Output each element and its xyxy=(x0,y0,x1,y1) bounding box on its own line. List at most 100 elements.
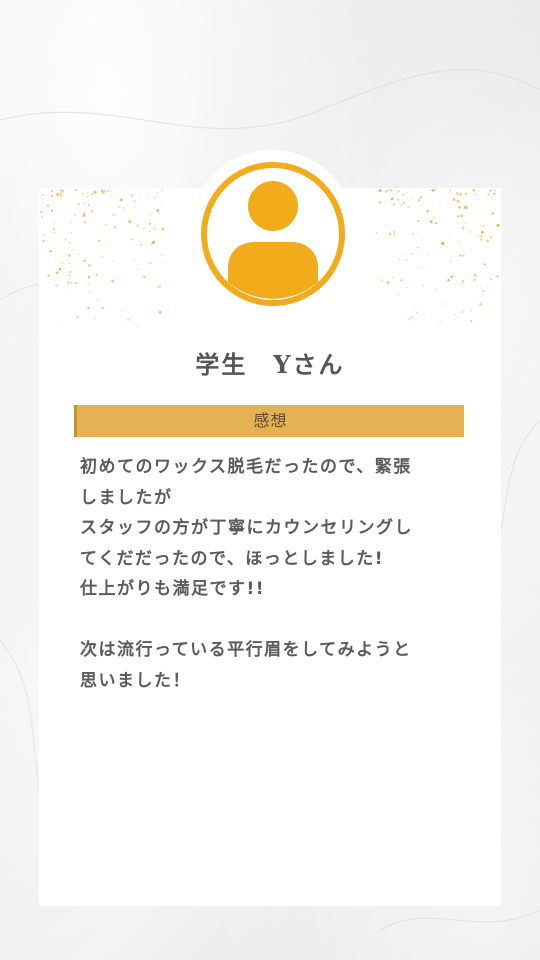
sparkle-dot xyxy=(56,193,59,196)
sparkle-dot xyxy=(128,220,132,223)
sparkle-dot xyxy=(58,212,60,214)
sparkle-dot xyxy=(131,194,134,197)
sparkle-dot xyxy=(148,197,149,199)
sparkle-dot xyxy=(392,276,395,279)
sparkle-dot xyxy=(58,321,60,323)
customer-name: 学生 Yさん xyxy=(195,350,345,379)
sparkle-dot xyxy=(457,215,460,218)
sparkle-dot xyxy=(490,236,493,239)
sparkle-dot xyxy=(133,259,135,261)
sparkle-dot xyxy=(47,274,50,277)
sparkle-dot xyxy=(73,249,75,250)
sparkle-dot xyxy=(431,188,435,192)
sparkle-dot xyxy=(60,188,63,192)
sparkle-dot xyxy=(82,213,86,217)
sparkle-dot xyxy=(398,258,401,260)
sparkle-dot xyxy=(493,189,496,192)
sparkle-dot xyxy=(496,274,499,278)
sparkle-dot xyxy=(472,188,475,192)
sparkle-dot xyxy=(50,209,53,212)
sparkle-dot xyxy=(388,189,390,191)
sparkle-dot xyxy=(67,254,71,257)
sparkle-dot xyxy=(491,195,493,198)
sparkle-dot xyxy=(47,204,49,207)
sparkle-dot xyxy=(419,195,423,199)
sparkle-dot xyxy=(420,252,422,254)
sparkle-dot xyxy=(464,192,468,196)
sparkle-dot xyxy=(456,191,458,193)
sparkle-dot xyxy=(149,222,151,225)
sparkle-dot xyxy=(77,203,81,206)
sparkle-dot xyxy=(491,212,494,215)
sparkle-dot xyxy=(161,205,163,208)
sparkle-dot xyxy=(480,230,484,234)
sparkle-dot xyxy=(441,242,445,246)
sparkle-dot xyxy=(460,214,463,218)
sparkle-dot xyxy=(481,287,483,289)
sparkle-dot xyxy=(469,249,472,251)
sparkle-dot xyxy=(69,262,71,264)
sparkle-dot xyxy=(418,199,420,202)
person-icon xyxy=(201,162,345,306)
sparkle-dot xyxy=(378,201,382,204)
sparkle-dot xyxy=(105,223,107,226)
sparkle-dot xyxy=(461,282,463,284)
sparkle-dot xyxy=(411,196,413,198)
sparkle-dot xyxy=(458,205,461,209)
sparkle-dot xyxy=(158,310,162,314)
sparkle-dot xyxy=(438,324,440,326)
sparkle-dot xyxy=(429,189,431,191)
sparkle-dot xyxy=(143,227,146,230)
sparkle-dot xyxy=(108,245,111,247)
testimonial-line: しましたが xyxy=(80,487,173,508)
sparkle-dot xyxy=(429,220,433,224)
sparkle-dot xyxy=(58,268,62,271)
sparkle-dot xyxy=(414,309,416,311)
sparkle-dot xyxy=(106,190,109,193)
sparkle-dot xyxy=(91,193,94,196)
sparkle-dot xyxy=(78,252,80,255)
sparkle-dot xyxy=(127,189,129,191)
sparkle-dot xyxy=(69,270,72,274)
sparkle-dot xyxy=(469,230,472,233)
sparkle-dot xyxy=(97,239,101,242)
sparkle-dot xyxy=(452,198,456,201)
sparkle-dot xyxy=(87,284,89,286)
sparkle-dot xyxy=(59,194,63,197)
sparkle-dot xyxy=(448,189,452,192)
sparkle-dot xyxy=(96,298,99,301)
sparkle-dot xyxy=(156,192,158,194)
sparkle-dot xyxy=(477,198,480,200)
sparkle-dot xyxy=(81,192,84,195)
sparkle-dot xyxy=(102,255,104,257)
sparkle-dot xyxy=(112,213,115,217)
sparkle-dot xyxy=(94,317,97,319)
sparkle-dot xyxy=(83,202,86,204)
sparkle-dot xyxy=(140,244,142,246)
sparkle-dot xyxy=(392,196,394,199)
sparkle-dot xyxy=(462,255,465,257)
sparkle-dot xyxy=(133,200,136,203)
sparkle-dot xyxy=(76,315,79,318)
sparkle-dot xyxy=(100,229,102,231)
sparkle-dot xyxy=(87,204,90,206)
sparkle-dot xyxy=(100,189,103,192)
sparkle-dot xyxy=(489,189,492,192)
sparkle-dot xyxy=(53,221,55,224)
sparkle-dot xyxy=(40,215,43,218)
sparkle-dot xyxy=(55,283,58,287)
sparkle-dot xyxy=(410,253,413,256)
sparkle-dot xyxy=(426,210,429,213)
sparkle-dot xyxy=(447,278,450,282)
testimonial-line: 初めてのワックス脱毛だったので、緊張 xyxy=(80,457,412,477)
sparkle-dot xyxy=(50,191,52,193)
section-heading-bar: 感想 xyxy=(74,405,464,437)
sparkle-dot xyxy=(161,227,165,231)
sparkle-dot xyxy=(118,205,121,208)
testimonial-line: 思いました！ xyxy=(80,670,191,691)
section-heading: 感想 xyxy=(253,411,288,430)
sparkle-dot xyxy=(400,279,403,282)
sparkle-dot xyxy=(456,192,460,196)
sparkle-dot xyxy=(417,266,419,268)
sparkle-dot xyxy=(442,303,444,305)
